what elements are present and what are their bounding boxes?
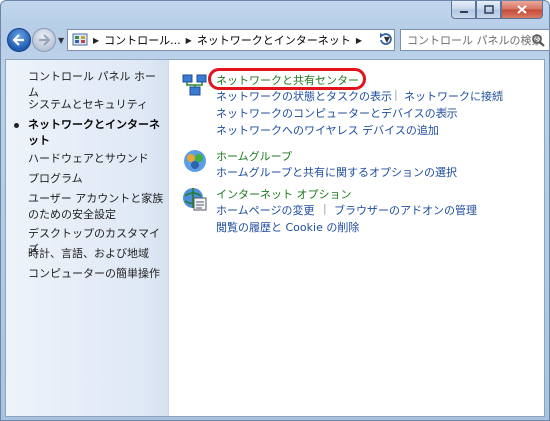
link-separator: | xyxy=(500,88,504,101)
sidebar-item-ease-of-access[interactable]: コンピューターの簡単操作 xyxy=(28,266,164,282)
category-title-internet-options[interactable]: インターネット オプション xyxy=(216,186,352,202)
link-separator: | xyxy=(323,202,327,215)
search-placeholder: コントロール パネルの検索 xyxy=(407,34,543,47)
minimize-icon xyxy=(459,10,468,13)
search-icon[interactable] xyxy=(531,33,545,47)
minimize-button[interactable] xyxy=(451,1,476,19)
breadcrumb-separator[interactable]: ▶ xyxy=(356,36,362,45)
breadcrumb-separator[interactable]: ▶ xyxy=(186,36,192,45)
maximize-button[interactable] xyxy=(476,1,501,19)
sidebar-item-hardware-sound[interactable]: ハードウェアとサウンド xyxy=(28,151,164,167)
forward-button[interactable] xyxy=(32,28,56,52)
link-separator: | xyxy=(472,202,476,215)
sidebar-item-system-security[interactable]: システムとセキュリティ xyxy=(28,97,164,113)
link-change-homepage[interactable]: ホームページの変更 xyxy=(216,202,314,218)
control-panel-window: ▼ ▶ コントロール... ▶ ネットワークとインターネット ▶ ▼ コントロー… xyxy=(0,0,550,421)
refresh-icon xyxy=(380,33,392,45)
sidebar-item-clock-language-region[interactable]: 時計、言語、および地域 xyxy=(28,246,164,262)
navigation-bar: ▼ ▶ コントロール... ▶ ネットワークとインターネット ▶ ▼ コントロー… xyxy=(5,26,550,56)
sidebar-item-user-accounts[interactable]: ユーザー アカウントと家族のための安全設定 xyxy=(28,191,164,223)
link-manage-browser-addons[interactable]: ブラウザーのアドオンの管理 xyxy=(334,202,477,218)
link-separator: | xyxy=(444,105,448,118)
sidebar-item-label: ネットワークとインターネット xyxy=(28,118,160,147)
main-panel: ネットワークと共有センター ネットワークの状態とタスクの表示 | ネットワークに… xyxy=(168,60,544,416)
back-button[interactable] xyxy=(7,28,31,52)
sidebar: コントロール パネル ホーム システムとセキュリティ ネットワークとインターネッ… xyxy=(6,60,169,416)
current-item-bullet xyxy=(14,123,19,128)
link-delete-browsing-history[interactable]: 閲覧の履歴と Cookie の削除 xyxy=(216,219,359,235)
highlight-circle xyxy=(208,68,366,90)
breadcrumb-separator[interactable]: ▶ xyxy=(93,36,99,45)
forward-arrow-icon xyxy=(39,34,51,46)
close-button[interactable] xyxy=(501,1,543,19)
refresh-button[interactable] xyxy=(376,30,394,48)
caption-buttons xyxy=(451,1,543,19)
link-view-network-status[interactable]: ネットワークの状態とタスクの表示 xyxy=(216,88,392,104)
address-bar[interactable]: ▶ コントロール... ▶ ネットワークとインターネット ▶ ▼ xyxy=(67,29,395,51)
control-panel-icon xyxy=(72,33,88,46)
content-area: コントロール パネル ホーム システムとセキュリティ ネットワークとインターネッ… xyxy=(5,59,545,417)
link-connect-to-network[interactable]: ネットワークに接続 xyxy=(404,88,503,104)
sidebar-item-programs[interactable]: プログラム xyxy=(28,171,164,187)
link-view-network-computers[interactable]: ネットワークのコンピューターとデバイスの表示 xyxy=(216,105,458,121)
breadcrumb-network-internet[interactable]: ネットワークとインターネット xyxy=(197,32,351,48)
link-separator: | xyxy=(394,88,398,101)
back-arrow-icon xyxy=(12,34,24,46)
internet-options-icon xyxy=(183,188,207,211)
close-icon xyxy=(517,5,527,14)
sidebar-item-network-internet[interactable]: ネットワークとインターネット xyxy=(14,117,164,149)
category-title-homegroup[interactable]: ホームグループ xyxy=(216,148,292,164)
link-add-wireless-device[interactable]: ネットワークへのワイヤレス デバイスの追加 xyxy=(216,122,439,138)
maximize-icon xyxy=(483,5,494,14)
homegroup-icon xyxy=(184,150,206,172)
search-box[interactable]: コントロール パネルの検索 xyxy=(400,29,550,51)
link-homegroup-options[interactable]: ホームグループと共有に関するオプションの選択 xyxy=(216,164,457,180)
breadcrumb-control-panel[interactable]: コントロール... xyxy=(104,32,181,48)
recent-pages-dropdown[interactable]: ▼ xyxy=(58,36,64,45)
network-sharing-icon xyxy=(182,74,207,96)
